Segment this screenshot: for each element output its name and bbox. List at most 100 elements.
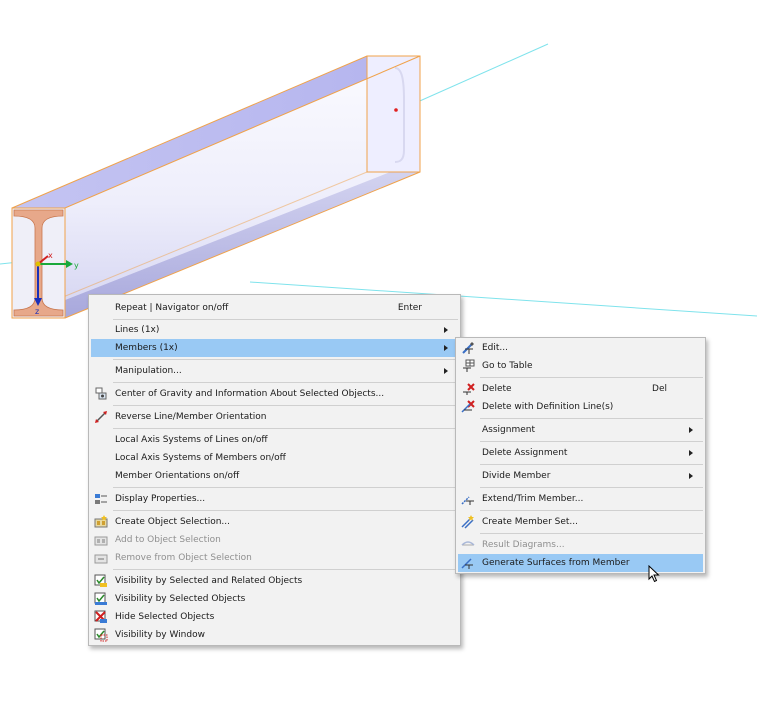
submenu-item-delete-with-lines[interactable]: Delete with Definition Line(s) — [458, 398, 703, 416]
submenu-item-generate-surfaces[interactable]: Generate Surfaces from Member — [458, 554, 703, 572]
menu-separator — [480, 377, 703, 378]
menu-item-label: Display Properties... — [115, 494, 206, 504]
menu-item-label: Divide Member — [482, 471, 551, 481]
menu-item-label: Delete with Definition Line(s) — [482, 402, 614, 412]
menu-separator — [480, 441, 703, 442]
menu-item-repeat-navigator[interactable]: Repeat | Navigator on/off Enter — [91, 299, 458, 317]
menu-item-hide-selected[interactable]: Hide Selected Objects — [91, 608, 458, 626]
menu-item-label: Create Object Selection... — [115, 517, 230, 527]
menu-separator — [113, 405, 458, 406]
menu-item-lines[interactable]: Lines (1x) — [91, 321, 458, 339]
menu-item-label: Repeat | Navigator on/off — [115, 303, 229, 313]
menu-item-label: Remove from Object Selection — [115, 553, 252, 563]
extend-trim-icon — [461, 492, 475, 506]
menu-separator — [113, 359, 458, 360]
submenu-item-result-diagrams[interactable]: Result Diagrams... — [458, 536, 703, 554]
submenu-arrow-icon — [444, 345, 448, 351]
member-set-icon — [461, 515, 475, 529]
menu-item-visibility-window[interactable]: Visibility by Window — [91, 626, 458, 644]
menu-separator — [480, 487, 703, 488]
submenu-item-delete[interactable]: Delete Del — [458, 380, 703, 398]
node-marker — [394, 108, 398, 112]
submenu-arrow-icon — [689, 427, 693, 433]
add-selection-icon — [94, 533, 108, 547]
submenu-item-go-to-table[interactable]: Go to Table — [458, 357, 703, 375]
menu-item-member-orientations[interactable]: Member Orientations on/off — [91, 467, 458, 485]
menu-separator — [480, 418, 703, 419]
menu-item-label: Manipulation... — [115, 366, 182, 376]
menu-item-label: Local Axis Systems of Members on/off — [115, 453, 286, 463]
submenu-arrow-icon — [689, 473, 693, 479]
menu-separator — [113, 569, 458, 570]
menu-item-label: Go to Table — [482, 361, 533, 371]
visibility-related-icon — [94, 574, 108, 588]
menu-item-local-axis-members[interactable]: Local Axis Systems of Members on/off — [91, 449, 458, 467]
display-properties-icon — [94, 492, 108, 506]
submenu-item-assignment[interactable]: Assignment — [458, 421, 703, 439]
members-submenu: Edit... Go to Table Delete Del Delete wi… — [455, 337, 706, 574]
visibility-selected-icon — [94, 592, 108, 606]
menu-item-label: Lines (1x) — [115, 325, 160, 335]
menu-item-label: Generate Surfaces from Member — [482, 558, 630, 568]
submenu-item-create-member-set[interactable]: Create Member Set... — [458, 513, 703, 531]
menu-item-label: Member Orientations on/off — [115, 471, 240, 481]
menu-item-label: Delete — [482, 384, 512, 394]
menu-item-shortcut: Del — [652, 384, 667, 394]
submenu-item-divide-member[interactable]: Divide Member — [458, 467, 703, 485]
delete-icon — [461, 382, 475, 396]
delete-with-lines-icon — [461, 400, 475, 414]
submenu-item-extend-trim[interactable]: Extend/Trim Member... — [458, 490, 703, 508]
menu-item-label: Visibility by Selected Objects — [115, 594, 246, 604]
menu-item-label: Visibility by Selected and Related Objec… — [115, 576, 303, 586]
beam-end-far — [366, 55, 421, 173]
hide-selected-icon — [94, 610, 108, 624]
menu-item-label: Create Member Set... — [482, 517, 579, 527]
submenu-arrow-icon — [444, 327, 448, 333]
menu-item-label: Assignment — [482, 425, 535, 435]
menu-separator — [480, 533, 703, 534]
menu-item-label: Center of Gravity and Information About … — [115, 389, 385, 399]
menu-item-manipulation[interactable]: Manipulation... — [91, 362, 458, 380]
menu-item-label: Add to Object Selection — [115, 535, 221, 545]
menu-item-local-axis-lines[interactable]: Local Axis Systems of Lines on/off — [91, 431, 458, 449]
menu-item-create-selection[interactable]: Create Object Selection... — [91, 513, 458, 531]
remove-selection-icon — [94, 551, 108, 565]
mouse-cursor-icon — [648, 564, 660, 586]
menu-item-visibility-related[interactable]: Visibility by Selected and Related Objec… — [91, 572, 458, 590]
center-of-gravity-icon — [94, 387, 108, 401]
menu-item-label: Extend/Trim Member... — [482, 494, 584, 504]
menu-item-members[interactable]: Members (1x) — [91, 339, 458, 357]
menu-item-label: Delete Assignment — [482, 448, 568, 458]
menu-item-shortcut: Enter — [397, 303, 422, 313]
menu-separator — [480, 464, 703, 465]
menu-item-label: Visibility by Window — [115, 630, 205, 640]
menu-separator — [113, 428, 458, 429]
menu-item-visibility-selected[interactable]: Visibility by Selected Objects — [91, 590, 458, 608]
menu-item-label: Members (1x) — [115, 343, 178, 353]
menu-item-label: Result Diagrams... — [482, 540, 565, 550]
submenu-item-edit[interactable]: Edit... — [458, 339, 703, 357]
menu-item-label: Reverse Line/Member Orientation — [115, 412, 267, 422]
menu-separator — [113, 510, 458, 511]
menu-item-add-selection[interactable]: Add to Object Selection — [91, 531, 458, 549]
axis-label-y: y — [74, 261, 79, 270]
result-diagrams-icon — [461, 538, 475, 552]
axis-label-x: x — [48, 251, 53, 260]
reverse-orientation-icon — [94, 410, 108, 424]
menu-item-label: Edit... — [482, 343, 509, 353]
submenu-item-delete-assignment[interactable]: Delete Assignment — [458, 444, 703, 462]
axis-label-z: z — [35, 307, 39, 316]
context-menu: Repeat | Navigator on/off Enter Lines (1… — [88, 294, 461, 646]
menu-item-center-of-gravity[interactable]: Center of Gravity and Information About … — [91, 385, 458, 403]
submenu-arrow-icon — [689, 450, 693, 456]
generate-surfaces-icon — [461, 556, 475, 570]
menu-separator — [113, 382, 458, 383]
menu-separator — [480, 510, 703, 511]
menu-separator — [113, 319, 458, 320]
menu-item-display-properties[interactable]: Display Properties... — [91, 490, 458, 508]
menu-separator — [113, 487, 458, 488]
create-selection-icon — [94, 515, 108, 529]
menu-item-reverse-orientation[interactable]: Reverse Line/Member Orientation — [91, 408, 458, 426]
menu-item-remove-selection[interactable]: Remove from Object Selection — [91, 549, 458, 567]
submenu-arrow-icon — [444, 368, 448, 374]
